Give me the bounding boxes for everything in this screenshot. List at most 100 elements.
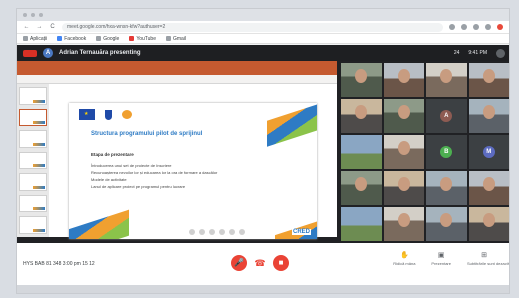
participant-tile[interactable] (341, 63, 382, 97)
participant-gallery: A B M (341, 63, 509, 241)
participant-tile[interactable]: M (468, 135, 509, 169)
slideshow-toolbar (189, 229, 245, 235)
camera-icon[interactable]: ■ (273, 255, 289, 271)
extension-icon[interactable] (461, 24, 467, 30)
slide-thumbnail[interactable] (19, 194, 47, 213)
bookmark-apps[interactable]: Aplicații (23, 36, 47, 42)
participant-tile[interactable]: B (426, 135, 467, 169)
reload-icon[interactable]: C (49, 24, 56, 30)
more-icon[interactable] (239, 229, 245, 235)
slide-bullet: Modele de activitate (91, 177, 127, 182)
slide-thumbnail[interactable] (19, 130, 47, 148)
participant-tile[interactable] (383, 207, 424, 241)
star-icon[interactable] (449, 24, 455, 30)
microphone-icon[interactable]: 🎤 (231, 255, 247, 271)
program-logo-icon (122, 110, 132, 119)
participant-tile[interactable] (468, 171, 509, 205)
bookmark-label: Google (103, 35, 120, 42)
bookmark-google[interactable]: Google (96, 36, 119, 42)
back-icon[interactable]: ← (23, 24, 30, 30)
participant-tile[interactable]: A (426, 99, 467, 133)
participant-tile[interactable] (383, 171, 424, 205)
bookmark-gmail[interactable]: Gmail (165, 35, 187, 42)
participant-tile[interactable] (426, 171, 467, 205)
captions-icon: ⊞ (481, 252, 487, 259)
participant-tile[interactable] (383, 99, 424, 133)
slide-bullets: Întroducerea unui set de proiecte de îns… (91, 162, 217, 190)
apps-icon (23, 36, 28, 41)
browser-window: ← → C meet.google.com/hxa-wnsn-kfw?authu… (16, 8, 510, 294)
hand-icon: ✋ (399, 252, 409, 259)
bookmarks-bar: Aplicații Facebook Google YouTube Gmail (17, 34, 509, 44)
stop-presenting-button[interactable] (23, 49, 37, 57)
participant-tile[interactable] (341, 135, 382, 169)
participant-count[interactable]: 24 (454, 50, 460, 56)
current-slide: Structura programului pilot de sprijinul… (69, 103, 317, 239)
profile-avatar[interactable] (497, 24, 503, 30)
zoom-icon[interactable] (229, 229, 235, 235)
raise-hand-label: Ridică mâna (393, 261, 416, 266)
captions-button[interactable]: ⊞ Subtitrările sunt dezactivate (467, 251, 509, 266)
participant-tile[interactable] (426, 207, 467, 241)
slide-bullet: Lanul de aplicare proiect pe programul p… (91, 184, 186, 189)
participant-tile[interactable] (383, 135, 424, 169)
tab-strip (17, 9, 509, 21)
meeting-time: 9:41 PM (468, 50, 487, 56)
meeting-details[interactable]: HYS BAB 81 348 3:00 pm 15 12 (23, 261, 95, 267)
slide-thumbnail[interactable] (19, 87, 47, 105)
bookmark-facebook[interactable]: Facebook (57, 36, 86, 42)
captions-label: Subtitrările sunt dezactivate (467, 261, 509, 266)
meet-window: A Adrian Ternauăra presenting 24 9:41 PM (17, 45, 509, 293)
participant-tile[interactable] (341, 171, 382, 205)
participant-avatar: M (482, 146, 495, 158)
forward-icon[interactable]: → (36, 24, 43, 30)
raise-hand-button[interactable]: ✋ Ridică mâna (393, 251, 415, 266)
participant-tile[interactable] (468, 207, 509, 241)
self-avatar[interactable] (496, 48, 505, 58)
address-bar-row: ← → C meet.google.com/hxa-wnsn-kfw?authu… (17, 21, 509, 34)
hang-up-icon[interactable]: ☎ (253, 256, 267, 270)
slide-bullet: Întroducerea unui set de proiecte de îns… (91, 163, 172, 168)
pen-icon[interactable] (209, 229, 215, 235)
participant-tile[interactable] (468, 99, 509, 133)
slide-decoration (69, 209, 129, 239)
extension-icon[interactable] (473, 24, 479, 30)
bookmark-label: YouTube (136, 35, 156, 42)
slide-thumbnail[interactable] (19, 151, 47, 170)
google-icon (96, 36, 102, 41)
youtube-icon (129, 36, 135, 41)
address-bar[interactable]: meet.google.com/hxa-wnsn-kfw?authuser=2 (62, 22, 443, 32)
participant-tile[interactable] (341, 207, 382, 241)
meet-control-bar: HYS BAB 81 348 3:00 pm 15 12 🎤 ☎ ■ ✋ Rid… (17, 243, 509, 293)
participant-tile[interactable] (468, 63, 509, 97)
slide-title: Structura programului pilot de sprijinul (91, 131, 203, 137)
participant-tile[interactable] (426, 63, 467, 97)
window-control-icon[interactable] (23, 13, 27, 17)
window-control-icon[interactable] (31, 13, 35, 17)
eu-flag-icon (79, 109, 95, 120)
slide-thumbnail[interactable] (19, 173, 47, 191)
window-control-icon[interactable] (39, 13, 43, 17)
bookmark-label: Aplicații (30, 35, 48, 42)
participant-avatar: B (440, 146, 453, 158)
bookmark-label: Facebook (64, 35, 87, 42)
government-crest-icon (105, 109, 112, 120)
slide-logos (79, 109, 132, 120)
bookmark-label: Gmail (172, 35, 187, 42)
taskbar (17, 285, 509, 293)
slide-thumbnail[interactable] (19, 108, 47, 127)
present-button[interactable]: ▣ Prezentare (431, 251, 451, 266)
extension-icon[interactable] (485, 24, 491, 30)
slide-thumbnail[interactable] (19, 216, 47, 235)
facebook-icon (57, 36, 63, 41)
participant-avatar: A (440, 110, 453, 122)
prev-slide-icon[interactable] (189, 229, 195, 235)
bookmark-youtube[interactable]: YouTube (129, 36, 156, 42)
meet-header: A Adrian Ternauăra presenting 24 9:41 PM (17, 45, 509, 61)
cred-logo: CRED (291, 229, 311, 235)
grid-icon[interactable] (219, 229, 225, 235)
participant-tile[interactable] (383, 63, 424, 97)
participant-tile[interactable] (341, 99, 382, 133)
slide-thumbnails (17, 84, 49, 237)
next-slide-icon[interactable] (199, 229, 205, 235)
